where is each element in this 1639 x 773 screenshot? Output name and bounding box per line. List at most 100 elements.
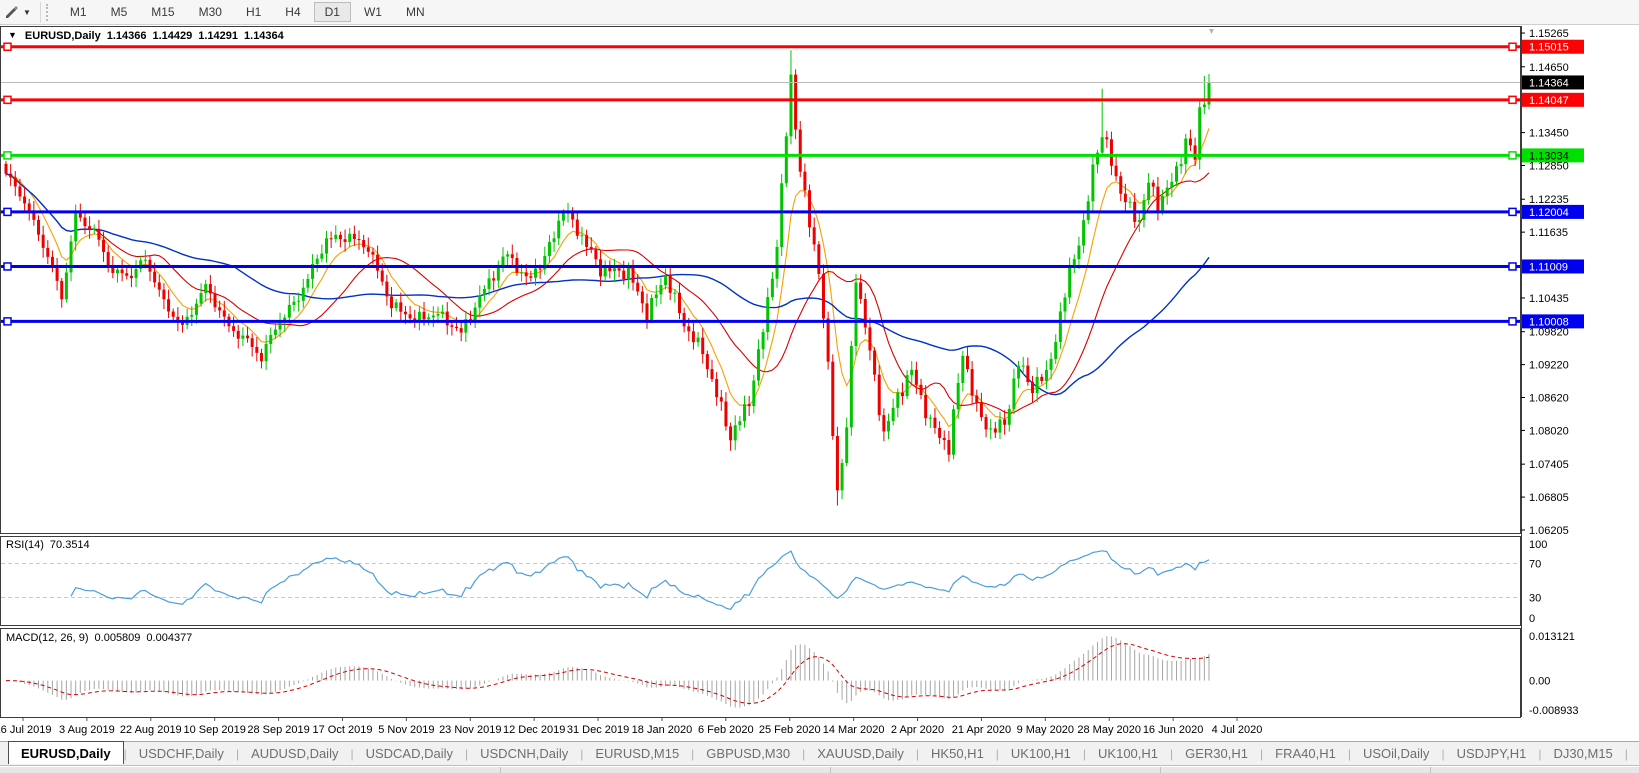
axis-tick-label: 1.13450 [1529, 128, 1569, 140]
macd-histogram [10, 636, 1210, 708]
date-label: 28 May 2020 [1077, 724, 1141, 736]
level-label: 1.11009 [1529, 261, 1568, 273]
ohlc-low: 1.14291 [198, 30, 239, 42]
tab-china300-h4[interactable]: CHINA300,H4 [1628, 742, 1639, 765]
tab-fra40-h1[interactable]: FRA40,H1 [1263, 742, 1348, 765]
level-handle[interactable] [1508, 207, 1517, 217]
level-handle[interactable] [3, 262, 12, 271]
level-handle[interactable] [1508, 95, 1517, 105]
tab-uk100-h1[interactable]: UK100,H1 [1086, 742, 1170, 765]
ohlc-high: 1.14429 [152, 30, 193, 42]
level-handle[interactable] [3, 207, 12, 217]
rsi-axis-label: 30 [1529, 593, 1541, 605]
axis-tick-label: 1.15265 [1529, 28, 1569, 40]
date-label: 3 Aug 2019 [59, 724, 115, 736]
rsi-axis-label: 0 [1529, 613, 1535, 625]
date-label: 31 Dec 2019 [567, 724, 629, 736]
tab-usdcnh-daily[interactable]: USDCNH,Daily [468, 742, 580, 765]
status-bar [0, 767, 1639, 773]
level-label: 1.12004 [1529, 207, 1569, 219]
tab-eurusd-daily[interactable]: EURUSD,Daily [8, 741, 124, 764]
level-line-1.13034[interactable] [1, 151, 1520, 160]
level-handle[interactable] [3, 42, 12, 51]
axis-tick-label: 1.08020 [1529, 425, 1569, 437]
date-label: 10 Sep 2019 [183, 724, 245, 736]
macd-signal-line [6, 643, 1210, 705]
date-label: 16 Jun 2020 [1143, 724, 1204, 736]
macd-title: MACD(12, 26, 9) 0.005809 0.004377 [6, 632, 192, 644]
axis-tick-label: 1.12850 [1529, 160, 1569, 172]
tab-gbpusd-m30[interactable]: GBPUSD,M30 [694, 742, 802, 765]
axis-tick-label: 1.11635 [1529, 227, 1568, 239]
tab-usdjpy-h1[interactable]: USDJPY,H1 [1445, 742, 1539, 765]
status-divider [1160, 767, 1161, 773]
axis-tick-label: 1.06805 [1529, 492, 1569, 504]
tab-eurusd-m15[interactable]: EURUSD,M15 [583, 742, 691, 765]
date-label: 14 Mar 2020 [823, 724, 885, 736]
date-label: 4 Jul 2020 [1212, 724, 1263, 736]
tabs-holder: EURUSD,Daily | USDCHF,Daily | AUDUSD,Daily | U… [0, 741, 1639, 765]
candlestick-series-down [4, 69, 1197, 506]
level-handle[interactable] [3, 317, 12, 326]
level-line-1.14047[interactable] [1, 95, 1520, 105]
tab-ger30-h1[interactable]: GER30,H1 [1173, 742, 1260, 765]
axis-tick-label: 1.08620 [1529, 393, 1569, 405]
axis-tick-label: 1.12235 [1529, 194, 1569, 206]
chart-shift-marker-icon[interactable] [1209, 29, 1214, 34]
ma-line-slow [5, 173, 1210, 396]
macd-axis-label: -0.008933 [1529, 705, 1579, 717]
panel-border [0, 26, 1521, 534]
panel-border [0, 536, 1521, 626]
level-line-1.12004[interactable] [1, 207, 1520, 217]
status-divider [500, 767, 501, 773]
level-line-1.15015[interactable] [1, 42, 1520, 51]
macd-main-value: 0.005809 [94, 632, 141, 644]
level-line-1.11009[interactable] [1, 262, 1520, 271]
tab-xauusd-daily[interactable]: XAUUSD,Daily [805, 742, 916, 765]
tab-audusd-daily[interactable]: AUDUSD,Daily [239, 742, 350, 765]
level-handle[interactable] [1508, 42, 1517, 51]
date-label: 23 Nov 2019 [439, 724, 501, 736]
level-label: 1.14047 [1529, 95, 1569, 107]
macd-axis-label: 0.00 [1529, 676, 1550, 688]
chart-tab-bar: EURUSD,Daily | USDCHF,Daily | AUDUSD,Daily | U… [0, 741, 1639, 766]
date-label: 9 May 2020 [1017, 724, 1074, 736]
macd-signal-value: 0.004377 [146, 632, 193, 644]
macd-axis-label: 0.013121 [1529, 631, 1575, 643]
date-label: 2 Apr 2020 [891, 724, 944, 736]
date-label: 28 Sep 2019 [247, 724, 309, 736]
rsi-line [70, 550, 1210, 611]
tab-usdcad-daily[interactable]: USDCAD,Daily [354, 742, 465, 765]
axis-tick-label: 1.09820 [1529, 327, 1569, 339]
rsi-name: RSI(14) [6, 539, 44, 551]
level-handle[interactable] [1508, 151, 1517, 160]
tab-dj30-m15[interactable]: DJ30,M15 [1542, 742, 1625, 765]
level-handle[interactable] [1508, 317, 1517, 326]
level-label: 1.15015 [1529, 42, 1569, 54]
date-label: 16 Jul 2019 [0, 724, 51, 736]
tab-usdchf-daily[interactable]: USDCHF,Daily [127, 742, 236, 765]
panel-border [0, 628, 1521, 718]
date-label: 18 Jan 2020 [632, 724, 693, 736]
axis-tick-label: 1.14650 [1529, 62, 1569, 74]
rsi-axis-label: 100 [1529, 539, 1547, 551]
date-label: 21 Apr 2020 [952, 724, 1011, 736]
axis-tick-label: 1.06205 [1529, 525, 1569, 537]
rsi-title: RSI(14) 70.3514 [6, 539, 90, 551]
tab-uk100-h1[interactable]: UK100,H1 [999, 742, 1083, 765]
level-handle[interactable] [3, 151, 12, 160]
collapse-triangle-icon[interactable]: ▼ [8, 30, 17, 42]
level-handle[interactable] [3, 95, 12, 105]
date-label: 22 Aug 2019 [120, 724, 182, 736]
tab-usoil-daily[interactable]: USOil,Daily [1351, 742, 1441, 765]
ohlc-open: 1.14366 [106, 30, 147, 42]
chart-symbol: EURUSD,Daily [24, 30, 101, 42]
chart-surface[interactable]: 1.150151.140471.130341.120041.110091.100… [0, 0, 1639, 773]
date-label: 12 Dec 2019 [503, 724, 565, 736]
status-divider [830, 767, 831, 773]
tab-hk50-h1[interactable]: HK50,H1 [919, 742, 996, 765]
level-handle[interactable] [1508, 262, 1517, 271]
axis-tick-label: 1.07405 [1529, 459, 1569, 471]
chart-title: ▼ EURUSD,Daily 1.14366 1.14429 1.14291 1… [8, 30, 284, 42]
rsi-value: 70.3514 [49, 539, 90, 551]
